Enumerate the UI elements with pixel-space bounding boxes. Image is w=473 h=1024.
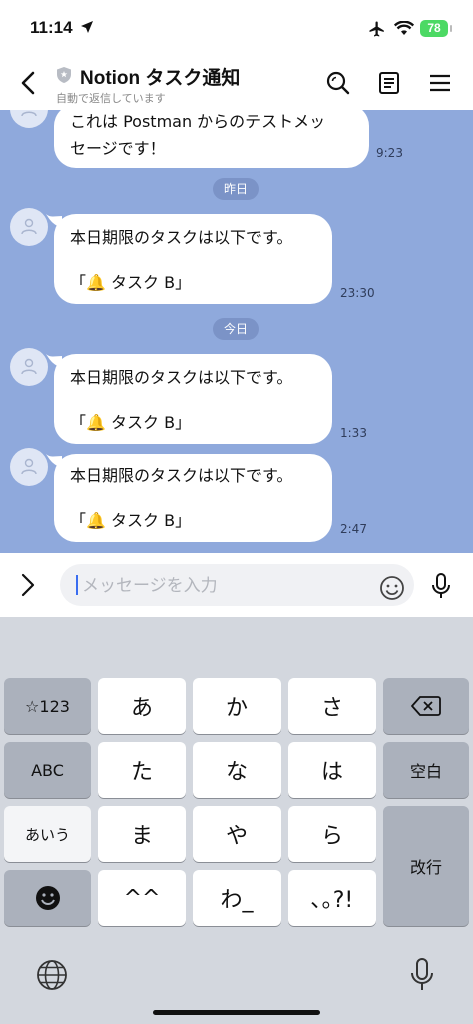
backspace-key[interactable] [383,678,469,734]
shield-icon [57,67,71,83]
numbers-key[interactable]: ☆123 [4,678,91,734]
home-indicator[interactable] [153,1010,320,1015]
message-input[interactable] [80,564,374,608]
date-separator: 昨日 [213,178,259,200]
message-time: 23:30 [340,286,375,300]
battery-icon: 78 [420,20,448,37]
avatar[interactable] [10,208,48,246]
avatar[interactable] [10,110,48,128]
message-time: 2:47 [340,522,367,536]
back-arrow-icon[interactable] [14,68,44,98]
airplane-icon [369,21,384,37]
chevron-right-icon[interactable] [18,571,38,599]
message-bubble[interactable]: 本日期限のタスクは以下です。 「🔔 タスク B」 [54,214,332,304]
avatar[interactable] [10,448,48,486]
kana-key-ya[interactable]: や [193,806,281,862]
message-bubble[interactable]: これは Postman からのテストメッ セージです！ [54,110,369,168]
battery-level: 78 [427,21,441,35]
kaomoji-key[interactable]: ^^ [98,870,186,926]
message-text: 「🔔 タスク B」 [70,273,192,292]
kana-key-a[interactable]: あ [98,678,186,734]
kana-key-ma[interactable]: ま [98,806,186,862]
avatar[interactable] [10,348,48,386]
wifi-icon [394,21,414,35]
backspace-icon [411,696,441,716]
chat-area[interactable]: これは Postman からのテストメッ セージです！ 9:23 昨日 本日期限… [0,110,473,553]
text-caret [76,575,78,595]
location-arrow-icon [81,21,93,33]
kana-key-sa[interactable]: さ [288,678,376,734]
message-bubble[interactable]: 本日期限のタスクは以下です。 「🔔 タスク B」 [54,354,332,444]
punctuation-key[interactable]: ､｡?! [288,870,376,926]
message-text: 「🔔 タスク B」 [70,511,192,530]
message-text: セージです！ [70,139,166,158]
message-bubble[interactable]: 本日期限のタスクは以下です。 「🔔 タスク B」 [54,454,332,542]
message-field[interactable] [60,564,414,608]
notes-icon[interactable] [375,69,403,97]
keyboard: ☆123 あ か さ ABC た な は 空白 あいう ま や ら 改行 ^^ … [0,617,473,1024]
kana-key-ra[interactable]: ら [288,806,376,862]
kana-key-ha[interactable]: は [288,742,376,798]
message-text: 本日期限のタスクは以下です。 [70,466,293,485]
message-time: 1:33 [340,426,367,440]
search-icon[interactable] [324,69,352,97]
message-text: これは Postman からのテストメッ [70,112,326,131]
status-time: 11:14 [30,18,73,37]
emoji-icon [35,886,60,910]
space-key[interactable]: 空白 [383,742,469,798]
globe-icon[interactable] [35,958,69,992]
kana-mode-key[interactable]: あいう [4,806,91,862]
emoji-key[interactable] [4,870,91,926]
return-key[interactable]: 改行 [383,806,469,926]
status-bar: 11:14 78 [0,0,473,58]
menu-icon[interactable] [426,69,454,97]
person-icon [21,458,37,475]
dictation-microphone-icon[interactable] [409,957,435,993]
emoji-icon[interactable] [378,574,406,602]
kana-key-wa[interactable]: わ_ [193,870,281,926]
battery-tip [450,25,452,32]
microphone-icon[interactable] [429,571,453,601]
kana-key-na[interactable]: な [193,742,281,798]
date-separator: 今日 [213,318,259,340]
person-icon [21,358,37,375]
chat-subtitle: 自動で返信しています [56,92,166,105]
message-text: 本日期限のタスクは以下です。 [70,228,293,247]
chat-title: Notion タスク通知 [80,68,241,89]
person-icon [21,111,37,117]
kana-key-ta[interactable]: た [98,742,186,798]
chat-header: Notion タスク通知 自動で返信しています [0,58,473,110]
person-icon [21,218,37,235]
message-time: 9:23 [376,146,403,160]
kana-key-ka[interactable]: か [193,678,281,734]
message-text: 本日期限のタスクは以下です。 [70,368,293,387]
abc-key[interactable]: ABC [4,742,91,798]
message-text: 「🔔 タスク B」 [70,413,192,432]
